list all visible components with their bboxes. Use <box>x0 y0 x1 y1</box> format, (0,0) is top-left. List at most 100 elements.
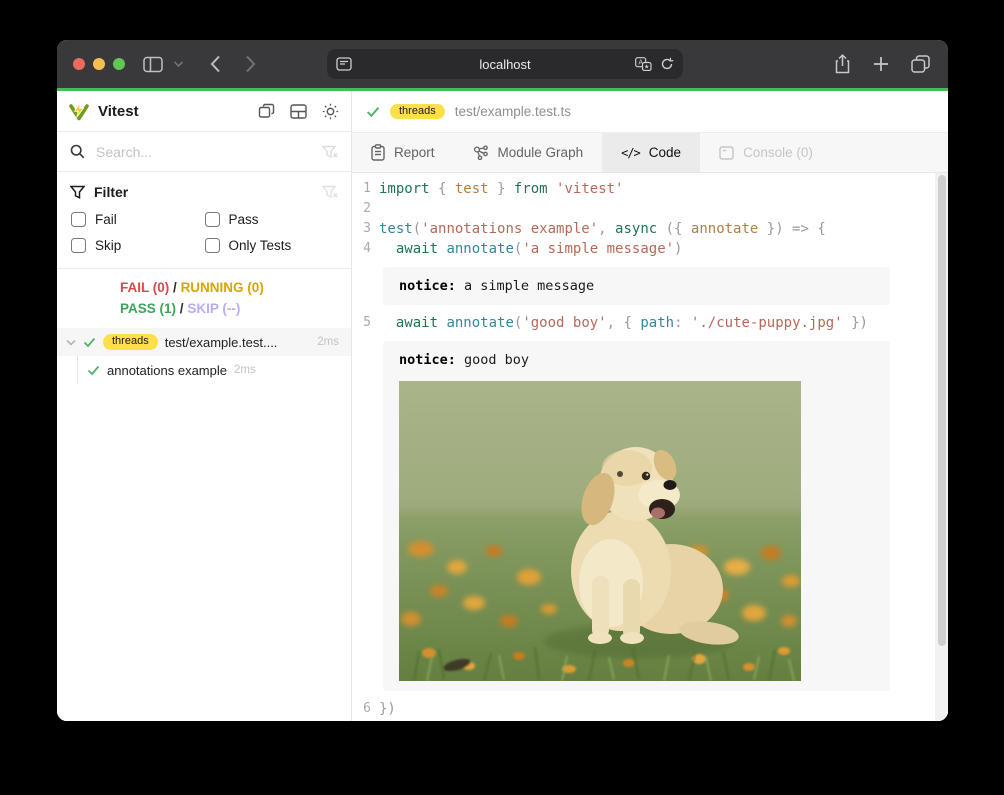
checkbox-fail[interactable]: Fail <box>71 212 205 227</box>
pool-badge: threads <box>103 334 158 350</box>
line-number: 3 <box>352 219 379 239</box>
sidebar-toggle-icon[interactable] <box>143 56 163 73</box>
code-line: 5 await annotate('good boy', { path: './… <box>352 313 948 333</box>
tab-module-graph[interactable]: Module Graph <box>454 133 603 172</box>
minimize-window-button[interactable] <box>93 58 105 70</box>
new-tab-icon[interactable] <box>873 56 889 72</box>
tab-label: Console (0) <box>743 145 813 160</box>
code-icon: </> <box>621 146 640 160</box>
line-number: 6 <box>352 699 379 719</box>
checkbox-box[interactable] <box>71 238 86 253</box>
tab-report[interactable]: Report <box>352 133 454 172</box>
code-line: 4 await annotate('a simple message') <box>352 239 948 259</box>
svg-text:★: ★ <box>644 64 649 71</box>
traffic-lights <box>73 58 125 70</box>
status-fail: FAIL (0) <box>120 280 169 295</box>
clipboard-icon <box>371 144 385 161</box>
main-pane: threads test/example.test.ts Report Modu… <box>352 91 948 721</box>
checkbox-box[interactable] <box>71 212 86 227</box>
sidebar: Vitest Search... <box>57 91 352 721</box>
code-line: 6}) <box>352 699 948 719</box>
notice-label: notice: <box>399 352 456 368</box>
test-duration: 2ms <box>234 364 256 376</box>
status-running: RUNNING (0) <box>181 280 264 295</box>
dashboard-layout-icon[interactable] <box>290 104 307 119</box>
status-pass: PASS (1) <box>120 301 176 316</box>
translate-icon[interactable]: A★ <box>635 57 652 71</box>
indent-guide <box>77 356 78 384</box>
tab-label: Module Graph <box>498 145 584 160</box>
test-file-row[interactable]: threads test/example.test.... 2ms <box>57 328 351 356</box>
search-icon <box>70 144 85 159</box>
clear-filter-icon[interactable] <box>322 145 338 159</box>
test-status-summary: FAIL (0) / RUNNING (0) PASS (1) / SKIP (… <box>57 269 351 328</box>
tab-code[interactable]: </> Code <box>602 133 700 172</box>
checkbox-label: Pass <box>229 212 259 227</box>
line-number: 2 <box>352 199 379 219</box>
checkbox-label: Only Tests <box>229 238 292 253</box>
annotation-notice: notice: good boy <box>383 341 890 691</box>
line-number: 4 <box>352 239 379 259</box>
tab-bar: Report Module Graph </> Code Console <box>352 133 948 173</box>
checkbox-label: Skip <box>95 238 121 253</box>
app-title: Vitest <box>98 103 249 120</box>
cute-puppy-image <box>399 381 801 681</box>
file-path: test/example.test.ts <box>455 104 571 119</box>
scrollbar[interactable] <box>935 173 948 721</box>
chevron-down-icon[interactable] <box>66 339 76 346</box>
tab-label: Code <box>649 145 681 160</box>
vitest-logo-icon <box>69 102 89 121</box>
check-icon <box>87 365 100 376</box>
checkbox-box[interactable] <box>205 238 220 253</box>
checkbox-only-tests[interactable]: Only Tests <box>205 238 339 253</box>
tab-console: Console (0) <box>700 133 832 172</box>
close-window-button[interactable] <box>73 58 85 70</box>
tab-overview-icon[interactable] <box>911 55 930 73</box>
back-button[interactable] <box>210 55 221 73</box>
scrollbar-thumb[interactable] <box>938 175 946 646</box>
checkbox-label: Fail <box>95 212 117 227</box>
checkbox-box[interactable] <box>205 212 220 227</box>
address-bar[interactable]: localhost A★ <box>327 49 683 79</box>
reload-icon[interactable] <box>660 57 674 71</box>
code-line: 3test('annotations example', async ({ an… <box>352 219 948 239</box>
filter-title: Filter <box>94 184 313 200</box>
checkbox-pass[interactable]: Pass <box>205 212 339 227</box>
pool-badge: threads <box>390 104 445 120</box>
url-text[interactable]: localhost <box>327 57 683 72</box>
code-line: 1import { test } from 'vitest' <box>352 179 948 199</box>
sidebar-header: Vitest <box>57 91 351 132</box>
collapse-panels-icon[interactable] <box>258 103 275 119</box>
code-content: 1import { test } from 'vitest'23test('an… <box>352 179 948 721</box>
file-header: threads test/example.test.ts <box>352 91 948 133</box>
tab-label: Report <box>394 145 435 160</box>
forward-button[interactable] <box>245 55 256 73</box>
browser-titlebar: localhost A★ <box>57 40 948 88</box>
graph-icon <box>473 145 489 161</box>
filter-section: Filter Fail Pass Skip Only Tests <box>57 172 351 269</box>
notice-label: notice: <box>399 278 456 294</box>
theme-toggle-sun-icon[interactable] <box>322 103 339 120</box>
share-icon[interactable] <box>834 54 851 74</box>
status-skip: SKIP (--) <box>187 301 240 316</box>
chevron-down-icon[interactable] <box>173 60 184 68</box>
annotation-notice: notice: a simple message <box>383 267 890 305</box>
checkbox-skip[interactable]: Skip <box>71 238 205 253</box>
zoom-window-button[interactable] <box>113 58 125 70</box>
funnel-icon <box>70 185 85 199</box>
test-duration: 2ms <box>317 336 339 348</box>
search-bar[interactable]: Search... <box>57 132 351 172</box>
search-input[interactable]: Search... <box>96 144 311 160</box>
code-line: 7 <box>352 719 948 721</box>
line-number: 7 <box>352 719 379 721</box>
check-icon <box>83 337 96 348</box>
test-case-row[interactable]: annotations example 2ms <box>57 356 351 384</box>
status-separator: / <box>180 301 184 316</box>
line-number: 1 <box>352 179 379 199</box>
check-icon <box>366 106 380 118</box>
clear-filter-icon[interactable] <box>322 185 338 199</box>
code-editor: 1import { test } from 'vitest'23test('an… <box>352 173 948 721</box>
test-file-name: test/example.test.... <box>165 335 311 350</box>
test-case-name: annotations example <box>107 363 227 378</box>
console-icon <box>719 146 734 160</box>
